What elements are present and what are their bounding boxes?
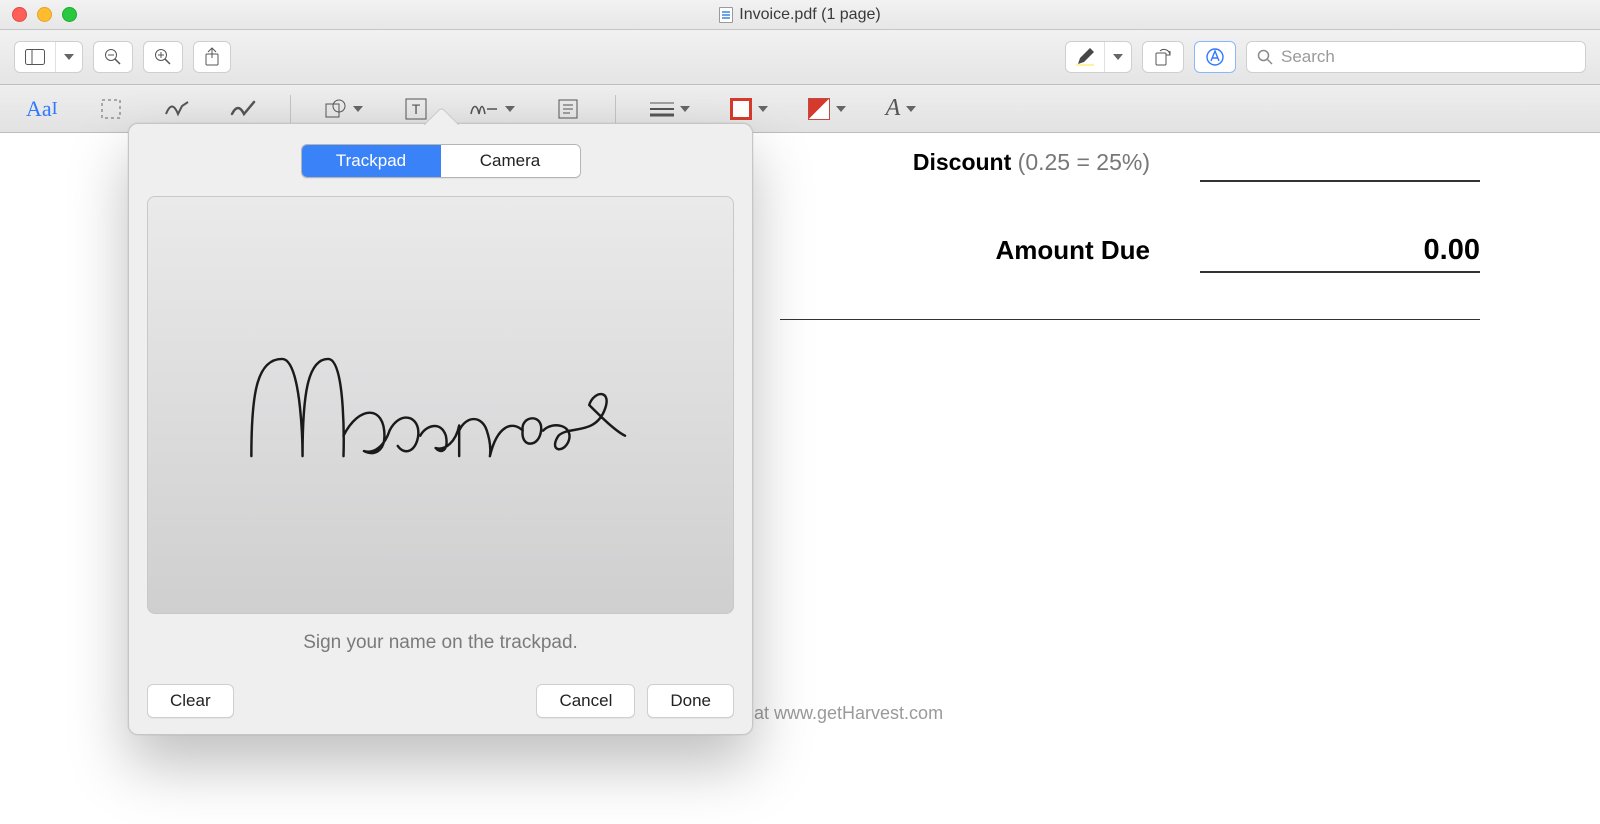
signature-hint: Sign your name on the trackpad.	[147, 632, 734, 654]
divider	[615, 95, 616, 123]
text-style-button[interactable]: AaI	[20, 91, 64, 127]
zoom-in-icon	[154, 48, 172, 66]
text-box-icon: T	[405, 98, 427, 120]
shapes-menu[interactable]	[319, 91, 369, 127]
signature-pad[interactable]	[147, 196, 734, 614]
zoom-out-button[interactable]	[93, 41, 133, 73]
fill-color-swatch	[808, 98, 830, 120]
font-icon: A	[886, 95, 901, 122]
signature-source-segmented-control: Trackpad Camera	[301, 144, 581, 178]
search-field[interactable]: Search	[1246, 41, 1586, 73]
rotate-button[interactable]	[1142, 41, 1184, 73]
font-style-menu[interactable]: A	[880, 91, 923, 127]
popover-buttons: Clear Cancel Done	[147, 684, 734, 718]
search-placeholder: Search	[1281, 47, 1335, 67]
chevron-down-icon	[353, 106, 363, 112]
done-button[interactable]: Done	[647, 684, 734, 718]
amount-due-label: Amount Due	[995, 235, 1150, 266]
window-controls	[12, 7, 77, 22]
draw-icon	[230, 100, 256, 118]
line-style-icon	[650, 101, 674, 117]
discount-label: Discount (0.25 = 25%)	[913, 149, 1150, 176]
sketch-tool[interactable]	[158, 91, 196, 127]
chevron-down-icon	[505, 106, 515, 112]
pen-icon	[1066, 42, 1104, 72]
markup-icon	[1205, 47, 1225, 67]
chevron-down-icon	[836, 106, 846, 112]
svg-text:T: T	[411, 101, 420, 117]
close-window-button[interactable]	[12, 7, 27, 22]
signature-icon	[469, 99, 499, 119]
fill-color-menu[interactable]	[802, 91, 852, 127]
maximize-window-button[interactable]	[62, 7, 77, 22]
sidebar-toggle[interactable]	[14, 41, 83, 73]
zoom-out-icon	[104, 48, 122, 66]
share-button[interactable]	[193, 41, 231, 73]
document-icon	[719, 7, 733, 23]
chevron-down-icon	[758, 106, 768, 112]
line-style-menu[interactable]	[644, 91, 696, 127]
signature-drawing	[236, 301, 646, 509]
shapes-icon	[325, 98, 347, 120]
discount-value-line	[1200, 149, 1480, 182]
share-icon	[204, 47, 220, 67]
note-icon	[558, 99, 578, 119]
amount-due-value: 0.00	[1200, 234, 1480, 273]
chevron-down-icon	[55, 42, 82, 72]
camera-tab[interactable]: Camera	[441, 145, 580, 177]
border-color-swatch	[730, 98, 752, 120]
chevron-down-icon	[906, 106, 916, 112]
selection-tool[interactable]	[92, 91, 130, 127]
markup-button[interactable]	[1194, 41, 1236, 73]
main-toolbar: Search	[0, 30, 1600, 85]
signature-popover: Trackpad Camera Sign your name on the tr…	[128, 123, 753, 735]
draw-tool[interactable]	[224, 91, 262, 127]
minimize-window-button[interactable]	[37, 7, 52, 22]
note-tool[interactable]	[549, 91, 587, 127]
search-icon	[1257, 49, 1273, 65]
divider	[290, 95, 291, 123]
signature-menu[interactable]	[463, 91, 521, 127]
zoom-in-button[interactable]	[143, 41, 183, 73]
sketch-icon	[164, 100, 190, 118]
chevron-down-icon	[1104, 42, 1131, 72]
chevron-down-icon	[680, 106, 690, 112]
window-title: Invoice.pdf (1 page)	[0, 6, 1600, 24]
highlight-menu[interactable]	[1065, 41, 1132, 73]
trackpad-tab[interactable]: Trackpad	[302, 145, 441, 177]
cancel-button[interactable]: Cancel	[536, 684, 635, 718]
selection-icon	[100, 98, 122, 120]
title-text: Invoice.pdf (1 page)	[739, 6, 880, 24]
rotate-icon	[1153, 48, 1173, 66]
clear-button[interactable]: Clear	[147, 684, 234, 718]
document-viewport: Discount (0.25 = 25%) Amount Due 0.00 s …	[0, 133, 1600, 824]
border-color-menu[interactable]	[724, 91, 774, 127]
divider-line	[780, 319, 1480, 320]
sidebar-icon	[15, 42, 55, 72]
footer-text: s at www.getHarvest.com	[740, 703, 943, 724]
titlebar: Invoice.pdf (1 page)	[0, 0, 1600, 30]
